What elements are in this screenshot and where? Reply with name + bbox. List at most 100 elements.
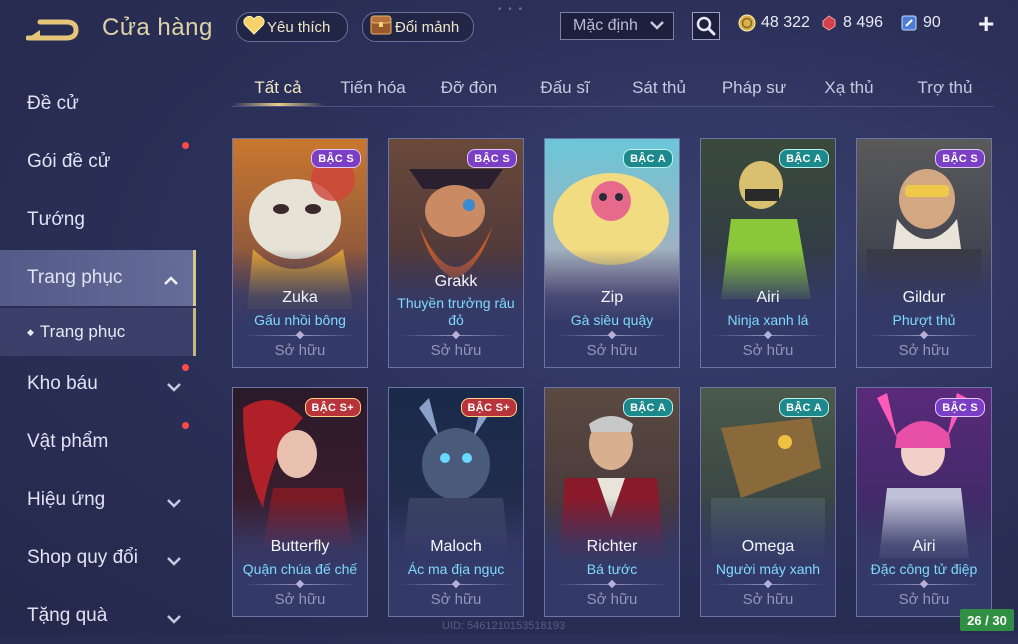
- sidebar-item-recommended-bundles[interactable]: Gói đề cử: [0, 134, 196, 190]
- hero-name: Richter: [586, 538, 638, 555]
- tab-all[interactable]: Tất cả: [232, 78, 324, 98]
- voucher-currency: 90: [900, 14, 941, 32]
- sort-dropdown[interactable]: Mặc định: [560, 12, 674, 40]
- tab-mage[interactable]: Pháp sư: [712, 78, 796, 98]
- voucher-amount: 90: [923, 14, 941, 31]
- card-divider: [867, 335, 981, 336]
- skin-name: Gà siêu quậy: [570, 312, 654, 328]
- hero-name: Zip: [600, 289, 624, 306]
- skin-card[interactable]: BẬC S Grakk Thuyền trưởng râu đỏ Sở hữu: [388, 138, 524, 368]
- sidebar: Đề cử Gói đề cử Tướng Trang phục ◆ Trang…: [0, 72, 200, 634]
- tier-badge: BẬC A: [779, 398, 829, 417]
- owned-status: Sở hữu: [274, 342, 326, 359]
- tab-label: Sát thủ: [632, 78, 686, 97]
- sidebar-subitem-skins[interactable]: ◆ Trang phục: [0, 308, 196, 356]
- skin-card[interactable]: BẬC A Omega Người máy xanh Sở hữu: [700, 387, 836, 617]
- shard-exchange-button[interactable]: Đổi mảnh: [362, 12, 474, 42]
- sort-selected-value: Mặc định: [573, 17, 638, 34]
- sidebar-item-heroes[interactable]: Tướng: [0, 192, 196, 248]
- tab-label: Trợ thủ: [917, 78, 973, 97]
- tab-fighter[interactable]: Đấu sĩ: [524, 78, 606, 98]
- card-divider: [555, 584, 669, 585]
- owned-status: Sở hữu: [742, 342, 794, 359]
- card-divider: [243, 335, 357, 336]
- sidebar-item-label: Kho báu: [27, 373, 98, 394]
- sidebar-item-items[interactable]: Vật phẩm: [0, 414, 196, 470]
- tab-marksman[interactable]: Xạ thủ: [808, 78, 890, 98]
- hero-name: Airi: [912, 538, 936, 555]
- owned-status: Sở hữu: [898, 342, 950, 359]
- skin-name: Thuyền trưởng râu đỏ: [397, 295, 515, 328]
- tab-support[interactable]: Trợ thủ: [904, 78, 986, 98]
- drag-handle: • • •: [498, 4, 525, 15]
- chevron-down-icon: [649, 17, 665, 35]
- bullet-icon: ◆: [27, 326, 34, 337]
- gold-coin-icon: [738, 14, 756, 32]
- tab-label: Tiến hóa: [340, 78, 406, 97]
- top-bar: Cửa hàng • • • Yêu thích Đổi mảnh Mặc đị…: [0, 0, 1018, 52]
- notification-dot: [182, 364, 189, 371]
- skin-card[interactable]: BẬC S+ Maloch Ác ma địa ngục Sở hữu: [388, 387, 524, 617]
- sidebar-item-skins[interactable]: Trang phục: [0, 250, 196, 306]
- page-title: Cửa hàng: [102, 14, 213, 41]
- sidebar-item-effects[interactable]: Hiệu ứng: [0, 472, 196, 528]
- sidebar-item-recommended[interactable]: Đề cử: [0, 76, 196, 132]
- skin-card[interactable]: BẬC S Airi Đặc công tử điệp Sở hữu: [856, 387, 992, 617]
- tier-badge: BẬC A: [779, 149, 829, 168]
- search-button[interactable]: [692, 12, 720, 40]
- chevron-down-icon: [166, 376, 182, 398]
- tab-evolution[interactable]: Tiến hóa: [332, 78, 414, 98]
- sidebar-item-label: Đề cử: [27, 93, 79, 114]
- hero-name: Gildur: [902, 289, 946, 306]
- sidebar-item-label: Gói đề cử: [27, 151, 111, 172]
- user-id: UID: 546121015351819​3: [442, 620, 565, 632]
- tier-badge: BẬC S: [467, 149, 517, 168]
- card-divider: [243, 584, 357, 585]
- skin-name: Gấu nhồi bông: [254, 312, 346, 328]
- tab-tank[interactable]: Đỡ đòn: [428, 78, 510, 98]
- hero-name: Butterfly: [270, 538, 330, 555]
- chevron-down-icon: [166, 608, 182, 630]
- owned-status: Sở hữu: [586, 591, 638, 608]
- back-arrow-icon: [25, 19, 79, 41]
- add-currency-button[interactable]: +: [978, 10, 994, 38]
- sidebar-item-gifts[interactable]: Tặng quà: [0, 588, 196, 644]
- tier-badge: BẬC S: [311, 149, 361, 168]
- ruby-currency: 8 496: [820, 14, 883, 32]
- sidebar-subitem-label: Trang phục: [39, 322, 126, 341]
- owned-status: Sở hữu: [274, 591, 326, 608]
- skin-name: Người máy xanh: [715, 561, 821, 577]
- skin-card[interactable]: BẬC A Airi Ninja xanh lá Sở hữu: [700, 138, 836, 368]
- sidebar-item-label: Trang phục: [27, 267, 123, 288]
- heart-icon: [243, 15, 265, 39]
- tab-assassin[interactable]: Sát thủ: [618, 78, 700, 98]
- favorite-button[interactable]: Yêu thích: [236, 12, 348, 42]
- tab-label: Đỡ đòn: [440, 78, 498, 97]
- ruby-amount: 8 496: [843, 14, 884, 31]
- sidebar-item-treasure[interactable]: Kho báu: [0, 356, 196, 412]
- tier-badge: BẬC S: [935, 398, 985, 417]
- skin-card[interactable]: BẬC S Zuka Gấu nhồi bông Sở hữu: [232, 138, 368, 368]
- skin-card[interactable]: BẬC S+ Butterfly Quận chúa đế chế Sở hữu: [232, 387, 368, 617]
- chest-icon: [369, 14, 393, 40]
- owned-status: Sở hữu: [742, 591, 794, 608]
- sidebar-item-label: Tặng quà: [27, 605, 108, 626]
- skin-name: Đặc công tử điệp: [870, 561, 978, 577]
- sidebar-item-label: Tướng: [27, 209, 85, 230]
- tier-badge: BẬC S+: [304, 398, 361, 417]
- skin-card[interactable]: BẬC A Richter Bá tước Sở hữu: [544, 387, 680, 617]
- skin-card[interactable]: BẬC S Gildur Phượt thủ Sở hữu: [856, 138, 992, 368]
- hero-name: Zuka: [282, 289, 318, 306]
- sidebar-item-exchange-shop[interactable]: Shop quy đổi: [0, 530, 196, 586]
- tier-badge: BẬC A: [623, 398, 673, 417]
- sidebar-item-label: Hiệu ứng: [27, 489, 106, 510]
- gold-amount: 48 322: [761, 14, 810, 31]
- back-button[interactable]: [25, 16, 80, 44]
- chevron-up-icon: [163, 270, 179, 292]
- skin-card[interactable]: BẬC A Zip Gà siêu quậy Sở hữu: [544, 138, 680, 368]
- gold-currency: 48 322: [738, 14, 810, 32]
- tab-label: Đấu sĩ: [540, 78, 590, 97]
- card-divider: [867, 584, 981, 585]
- category-tabs: Tất cả Tiến hóa Đỡ đòn Đấu sĩ Sát thủ Ph…: [232, 70, 994, 107]
- card-divider: [711, 335, 825, 336]
